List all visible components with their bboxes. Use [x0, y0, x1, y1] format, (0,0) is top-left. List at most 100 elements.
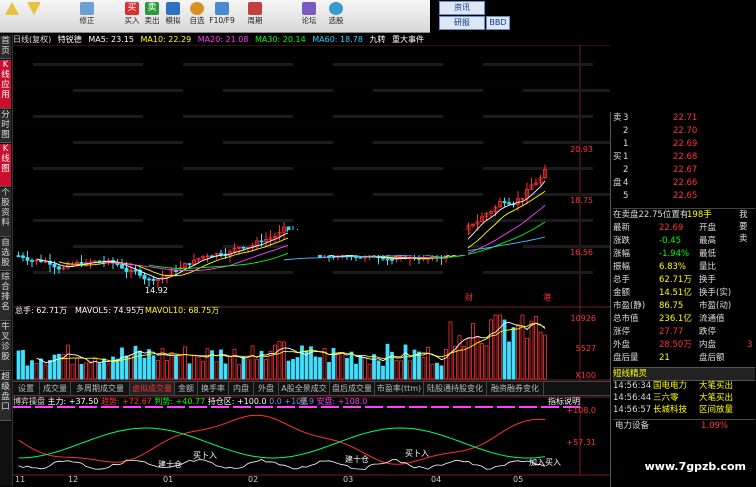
ma5-label: MA5: 23.15 — [88, 35, 134, 44]
volume-bar — [237, 364, 241, 380]
event-label-financial[interactable]: 财 — [465, 292, 473, 302]
chart-mode[interactable]: 日线(复权) — [13, 35, 51, 44]
tab-inner-volume[interactable]: 内盘 — [229, 382, 254, 395]
tab-amount[interactable]: 金额 — [175, 382, 198, 395]
quote-row[interactable]: 总手 62.71万 换手 — [613, 274, 755, 286]
nav-up-button[interactable] — [2, 1, 22, 31]
indicator-line-white — [18, 459, 546, 470]
quote-row[interactable]: 市盈(静) 86.75 市盈(动) — [613, 300, 755, 312]
sidebar-item-timeline[interactable]: 分时图 — [0, 110, 11, 143]
low-price-label: 14.92 — [145, 286, 168, 295]
quote-label: 涨跌 — [613, 236, 631, 246]
event-label-hk[interactable]: 港 — [543, 292, 551, 302]
tab-multi-period-volume[interactable]: 多周期成交量 — [71, 382, 130, 395]
watermark-mark — [183, 271, 293, 274]
sidebar-item-orderbook[interactable]: 超级盘口 — [0, 372, 11, 421]
tab-after-hours-volume[interactable]: 盘后成交量 — [330, 382, 375, 395]
f10-button[interactable]: F10/F9 — [209, 1, 235, 31]
tab-virtual-volume[interactable]: 虚拟成交量 — [130, 382, 175, 395]
sidebar-item-diagnosis[interactable]: 牛叉诊股 — [0, 322, 11, 371]
volume-bar — [43, 364, 48, 380]
tab-settings[interactable]: 设置 — [13, 382, 40, 395]
orderbook-row[interactable]: 1 22.69 — [613, 138, 755, 150]
volume-bar — [520, 314, 525, 380]
volume-bar — [156, 360, 160, 380]
occlusion-patch — [288, 230, 468, 255]
spirit-title[interactable]: 短线精灵 — [613, 367, 755, 381]
orderbook-row[interactable]: 卖 3 22.71 — [613, 112, 755, 124]
sidebar-item-profile[interactable]: 个股资料 — [0, 188, 11, 237]
indicator-name[interactable]: 博弈操盘 — [13, 397, 45, 406]
quote-label: 外盘 — [613, 340, 631, 350]
quote-row[interactable]: 盘后量 21 盘后额 — [613, 352, 755, 364]
bbd-button[interactable]: BBD — [486, 16, 510, 30]
volume-bar — [507, 341, 511, 380]
quote-row[interactable]: 涨停 27.77 跌停 — [613, 326, 755, 338]
period-button[interactable]: 周期 — [245, 1, 265, 31]
volume-bar — [21, 349, 25, 380]
tab-turnover[interactable]: 换手率 — [198, 382, 229, 395]
favorite-button[interactable]: 自选 — [187, 1, 207, 31]
tab-outer-volume[interactable]: 外盘 — [254, 382, 279, 395]
orderbook-row[interactable]: 买 1 22.68 — [613, 151, 755, 163]
candle-body — [385, 258, 390, 261]
spirit-row[interactable]: 14:56:44 三六零 大笔买出 — [613, 392, 755, 404]
quote-row[interactable]: 金额 14.51亿 换手(实) — [613, 287, 755, 299]
sidebar-item-ranking[interactable]: 综合排名 — [0, 272, 11, 321]
tab-a-share-panorama[interactable]: A股全景成交量 — [279, 382, 330, 406]
quote-row[interactable]: 总市值 236.1亿 流通值 — [613, 313, 755, 325]
nav-down-button[interactable] — [24, 1, 44, 31]
forum-button[interactable]: 论坛 — [299, 1, 319, 31]
volume-bar — [466, 337, 471, 380]
quote-label: 内盘 — [699, 340, 717, 350]
volume-bar — [70, 363, 75, 380]
sidebar-item-watchlist[interactable]: 自选股 — [0, 238, 11, 271]
orderbook-row[interactable]: 2 22.70 — [613, 125, 755, 137]
orderbook-row[interactable]: 5 22.65 — [613, 190, 755, 202]
volume-bar — [327, 361, 331, 380]
tab-margin-trading[interactable]: 融资融券变化 — [487, 382, 544, 395]
sidebar-item-kline-apps[interactable]: K线应用 — [0, 60, 11, 109]
stock-select-button[interactable]: 选股 — [326, 1, 346, 31]
time-tick: 11 — [15, 475, 25, 484]
orderbook-row[interactable]: 2 22.67 — [613, 164, 755, 176]
research-button[interactable]: 研报 — [439, 16, 485, 30]
kline-chart-area[interactable]: 20.93 18.75 16.56 14.92 财 港 总手: 62.71万 M… — [13, 45, 610, 487]
watermark-mark — [223, 193, 333, 196]
volume-bar — [25, 365, 30, 380]
simulate-button[interactable]: 模拟 — [163, 1, 183, 31]
spirit-action: 大笔买出 — [699, 393, 734, 403]
orderbook-row[interactable]: 盘 4 22.66 — [613, 177, 755, 189]
candle-body — [120, 264, 124, 269]
edit-button[interactable]: 修正 — [77, 1, 97, 31]
sidebar-item-kline[interactable]: K线图 — [0, 144, 11, 187]
quote-row[interactable]: 涨跌 -0.45 最高 — [613, 235, 755, 247]
major-events-label[interactable]: 重大事件 — [392, 35, 424, 44]
quote-row[interactable]: 外盘 28.50万 内盘 3 — [613, 339, 755, 351]
watermark-mark — [33, 115, 143, 118]
candle-body — [142, 274, 147, 280]
watermark-mark — [373, 193, 483, 196]
quote-row[interactable]: 振幅 6.83% 量比 — [613, 261, 755, 273]
volume-bar — [484, 345, 489, 380]
orderbook-level: 2 — [623, 126, 629, 136]
quote-value: 62.71万 — [659, 275, 692, 285]
tab-stock-connect[interactable]: 陆股通持股变化 — [424, 382, 487, 395]
signal-label: 建十仓 — [158, 459, 182, 469]
volume-bar — [84, 362, 88, 380]
news-button[interactable]: 资讯 — [439, 1, 485, 15]
orderbook-price: 22.66 — [673, 178, 698, 188]
spirit-row[interactable]: 14:56:34 国电电力 大笔买出 — [613, 380, 755, 392]
sidebar-item-home[interactable]: 首页 — [0, 36, 11, 59]
sector-row[interactable]: 电力设备 1.09% — [613, 419, 755, 432]
orderbook-level: 2 — [623, 165, 629, 175]
volume-bar — [151, 355, 156, 380]
candle-body — [133, 269, 138, 272]
quote-row[interactable]: 最新 22.69 开盘 — [613, 222, 755, 234]
quote-row[interactable]: 涨幅 -1.94% 最低 — [613, 248, 755, 260]
nine-turn-label[interactable]: 九转 — [370, 35, 386, 44]
indicator-help-link[interactable]: 指标说明 — [548, 396, 580, 407]
spirit-row[interactable]: 14:56:57 长城科技 区间放量 — [613, 404, 755, 416]
tab-pe-ttm[interactable]: 市盈率(ttm) — [375, 382, 424, 395]
tab-volume[interactable]: 成交量 — [40, 382, 71, 395]
